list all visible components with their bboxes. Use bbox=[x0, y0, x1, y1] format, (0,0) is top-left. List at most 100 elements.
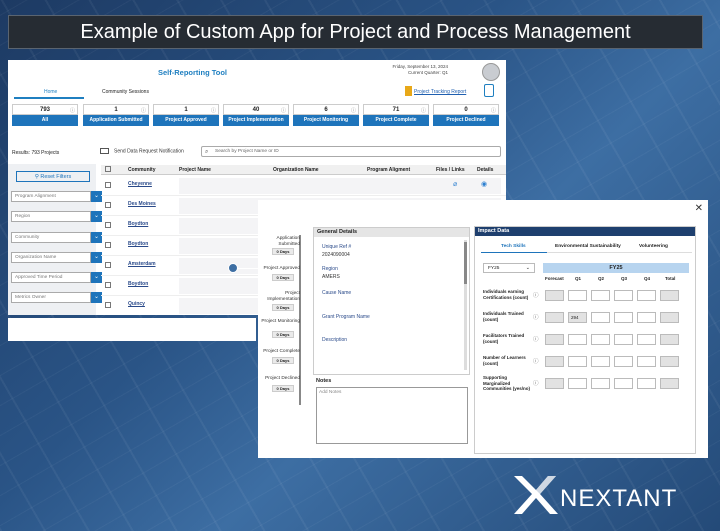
col-forecast: Forecast bbox=[545, 276, 564, 281]
info-icon[interactable]: ⓘ bbox=[533, 357, 539, 365]
col-community[interactable]: Community bbox=[128, 167, 156, 173]
grant-label: Grant Program Name bbox=[322, 314, 370, 320]
filter-organization-name[interactable]: Organization Name ⌄ bbox=[11, 252, 102, 263]
filter-metrics-owner[interactable]: Metrics Owner ⌄ bbox=[11, 292, 102, 303]
col-files-links[interactable]: Files / Links bbox=[436, 167, 465, 173]
filter-label: Metrics Owner bbox=[15, 295, 46, 300]
info-icon[interactable]: ⓘ bbox=[533, 335, 539, 343]
filter-approved-time-period[interactable]: Approved Time Period ⌄ bbox=[11, 272, 102, 283]
status-card-project-monitoring[interactable]: 6 ⓘ Project Monitoring bbox=[293, 104, 359, 127]
q2-input[interactable] bbox=[591, 312, 610, 323]
col-program-alignment[interactable]: Program Aligment bbox=[367, 167, 410, 173]
project-detail-window: ✕ Application Submitted 0 Days Project A… bbox=[258, 200, 708, 458]
filter-region[interactable]: Region ⌄ bbox=[11, 211, 102, 222]
info-icon[interactable]: ⓘ bbox=[533, 379, 539, 387]
nextant-x-icon bbox=[514, 476, 558, 514]
filter-program-alignment[interactable]: Program Alignment ⌄ bbox=[11, 191, 102, 202]
community-link[interactable]: Amsterdam bbox=[128, 261, 156, 267]
community-link[interactable]: Boydton bbox=[128, 221, 148, 227]
row-checkbox[interactable] bbox=[105, 282, 111, 288]
forecast-cell bbox=[545, 356, 564, 367]
card-count: 0 bbox=[464, 107, 468, 113]
status-card-all[interactable]: 793 ⓘ All bbox=[12, 104, 78, 127]
select-all-checkbox[interactable] bbox=[105, 166, 111, 172]
q1-input[interactable] bbox=[568, 290, 587, 301]
tab-home[interactable]: Home bbox=[44, 89, 57, 95]
q4-input[interactable] bbox=[637, 356, 656, 367]
status-card-project-implementation[interactable]: 40 ⓘ Project Implementation bbox=[223, 104, 289, 127]
card-label: Application Submitted bbox=[83, 115, 149, 126]
q1-input[interactable] bbox=[568, 378, 587, 389]
search-input[interactable]: ⌕ Search by Project Name or ID bbox=[201, 146, 501, 157]
info-icon[interactable]: ⓘ bbox=[533, 291, 539, 299]
attachment-icon[interactable]: ⌀ bbox=[453, 180, 457, 188]
calculator-icon[interactable] bbox=[484, 84, 494, 97]
community-link[interactable]: Quincy bbox=[128, 301, 145, 307]
notes-textarea[interactable]: Add Notes bbox=[316, 387, 468, 444]
status-card-application-submitted[interactable]: 1 ⓘ Application Submitted bbox=[83, 104, 149, 127]
search-placeholder: Search by Project Name or ID bbox=[215, 149, 279, 154]
tab-community-sessions[interactable]: Community Sessions bbox=[102, 89, 149, 95]
col-organization-name[interactable]: Organization Name bbox=[273, 167, 319, 173]
row-checkbox[interactable] bbox=[105, 202, 111, 208]
q4-input[interactable] bbox=[637, 334, 656, 345]
q3-input[interactable] bbox=[614, 334, 633, 345]
col-project-name[interactable]: Project Name bbox=[179, 167, 211, 173]
q2-input[interactable] bbox=[591, 334, 610, 345]
q3-input[interactable] bbox=[614, 312, 633, 323]
q3-input[interactable] bbox=[614, 290, 633, 301]
q1-input[interactable]: 294 bbox=[568, 312, 587, 323]
q1-input[interactable] bbox=[568, 334, 587, 345]
tab-volunteering[interactable]: Volunteering bbox=[639, 244, 668, 249]
col-details[interactable]: Details bbox=[477, 167, 493, 173]
q3-input[interactable] bbox=[614, 378, 633, 389]
avatar[interactable] bbox=[482, 63, 500, 81]
row-checkbox[interactable] bbox=[105, 182, 111, 188]
col-total: Total bbox=[665, 276, 676, 281]
card-count: 40 bbox=[252, 107, 260, 113]
status-card-project-declined[interactable]: 0 ⓘ Project Declined bbox=[433, 104, 499, 127]
total-cell bbox=[660, 378, 679, 389]
info-icon: ⓘ bbox=[140, 108, 146, 114]
close-icon[interactable]: ✕ bbox=[695, 203, 703, 214]
community-link[interactable]: Boydton bbox=[128, 281, 148, 287]
q3-input[interactable] bbox=[614, 356, 633, 367]
pager-slider-handle[interactable] bbox=[228, 263, 238, 273]
tab-environmental-sustainability[interactable]: Environmental Sustainability bbox=[555, 244, 621, 249]
region-label: Region bbox=[322, 266, 338, 272]
community-link[interactable]: Cheyenne bbox=[128, 181, 152, 187]
general-details-scrollbar[interactable] bbox=[464, 240, 467, 370]
project-tracking-report-link[interactable]: Project Tracking Report bbox=[414, 89, 466, 95]
q2-input[interactable] bbox=[591, 290, 610, 301]
filter-label: Organization Name bbox=[15, 255, 57, 260]
q2-input[interactable] bbox=[591, 378, 610, 389]
info-icon[interactable]: ⓘ bbox=[533, 313, 539, 321]
view-details-icon[interactable]: ◉ bbox=[481, 180, 487, 188]
reset-filters-button[interactable]: ⚲ Reset Filters bbox=[16, 171, 90, 182]
q4-input[interactable] bbox=[637, 378, 656, 389]
step-label: Project Monitoring bbox=[261, 319, 300, 324]
row-checkbox[interactable] bbox=[105, 302, 111, 308]
row-checkbox[interactable] bbox=[105, 242, 111, 248]
status-card-project-approved[interactable]: 1 ⓘ Project Approved bbox=[153, 104, 219, 127]
q4-input[interactable] bbox=[637, 312, 656, 323]
send-notification-button[interactable]: Send Data Request Notification bbox=[100, 148, 184, 154]
report-chart-icon bbox=[405, 86, 412, 96]
q1-input[interactable] bbox=[568, 356, 587, 367]
q4-input[interactable] bbox=[637, 290, 656, 301]
table-row[interactable]: Cheyenne ⌀ ◉ bbox=[101, 176, 506, 196]
filter-community[interactable]: Community ⌄ bbox=[11, 232, 102, 243]
card-label: All bbox=[12, 115, 78, 126]
status-card-project-complete[interactable]: 71 ⓘ Project Complete bbox=[363, 104, 429, 127]
q2-input[interactable] bbox=[591, 356, 610, 367]
row-checkbox[interactable] bbox=[105, 222, 111, 228]
tab-tech-skills[interactable]: Tech Skills bbox=[501, 244, 526, 249]
fiscal-year-select[interactable]: FY25 ⌄ bbox=[483, 263, 535, 273]
community-link[interactable]: Boydton bbox=[128, 241, 148, 247]
community-link[interactable]: Des Moines bbox=[128, 201, 156, 207]
step-label: Project Complete bbox=[263, 349, 300, 354]
pager-slider-track[interactable] bbox=[238, 268, 258, 269]
card-count: 6 bbox=[324, 107, 328, 113]
forecast-cell bbox=[545, 334, 564, 345]
row-checkbox[interactable] bbox=[105, 262, 111, 268]
